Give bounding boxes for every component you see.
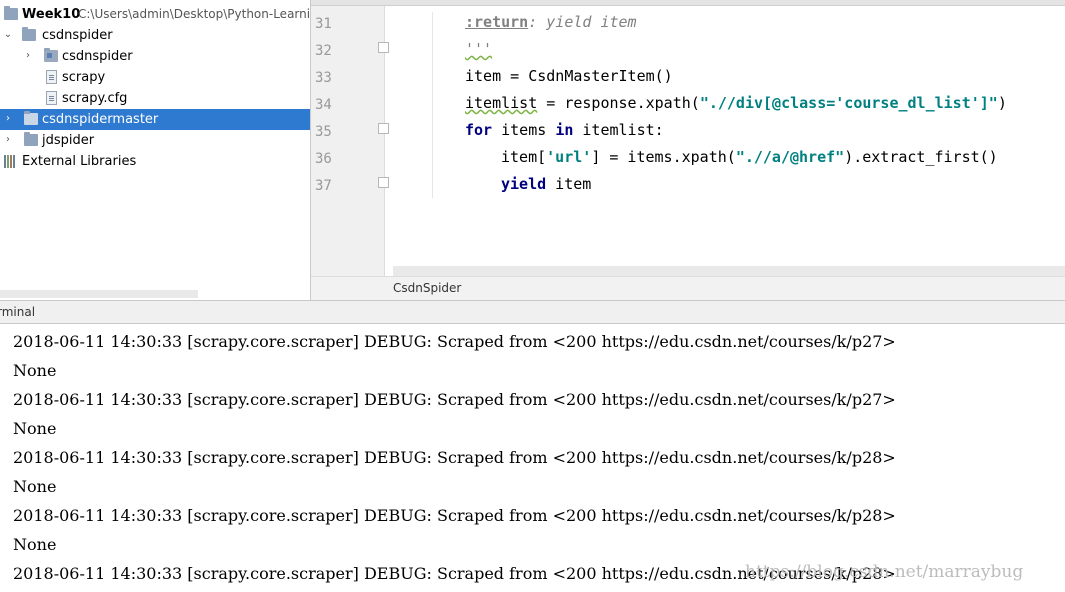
folder-icon	[24, 132, 38, 146]
chevron-right-icon[interactable]: ›	[23, 51, 33, 61]
code-keyword: in	[555, 121, 574, 139]
code-keyword: for	[465, 121, 493, 139]
tree-root-path: C:\Users\admin\Desktop\Python-Learnin	[78, 7, 310, 21]
terminal-header: rminal	[0, 300, 1065, 324]
config-file-icon	[46, 91, 57, 105]
tree-item-label: csdnspidermaster	[42, 112, 159, 127]
line-number: 37	[315, 178, 332, 194]
breadcrumb-item[interactable]: CsdnSpider	[393, 281, 461, 295]
terminal-line: 2018-06-11 14:30:33 [scrapy.core.scraper…	[13, 390, 896, 409]
file-icon	[46, 70, 57, 84]
terminal-line: 2018-06-11 14:30:33 [scrapy.core.scraper…	[13, 332, 896, 351]
code-text: )	[997, 94, 1007, 112]
terminal-title[interactable]: rminal	[0, 305, 35, 319]
docstring-close: '''	[465, 40, 493, 58]
editor-tab-strip[interactable]	[311, 0, 1065, 6]
tree-item-external-libraries[interactable]: External Libraries	[0, 151, 310, 172]
breadcrumb: CsdnSpider	[311, 276, 1065, 300]
code-string: ".//a/@href"	[735, 148, 845, 166]
tree-item-jdspider[interactable]: › jdspider	[0, 130, 310, 151]
fold-marker-icon[interactable]	[378, 123, 389, 134]
code-text: item = CsdnMasterItem()	[465, 67, 673, 85]
terminal-output[interactable]: 2018-06-11 14:30:33 [scrapy.core.scraper…	[0, 324, 1065, 592]
tree-item-label: jdspider	[42, 133, 95, 148]
terminal-line: None	[13, 361, 57, 380]
editor-horizontal-scrollbar[interactable]	[393, 266, 1065, 276]
tree-item-scrapy-cfg[interactable]: scrapy.cfg	[0, 88, 310, 109]
terminal-line: None	[13, 419, 57, 438]
code-string: ".//div[@class='course_dl_list']"	[699, 94, 998, 112]
code-text: item	[546, 175, 592, 193]
line-number: 33	[315, 70, 332, 86]
tree-item-label: scrapy	[62, 70, 106, 85]
tree-item-csdnspider-package[interactable]: › csdnspider	[0, 46, 310, 67]
code-text: items	[492, 121, 556, 139]
tree-item-label: csdnspider	[42, 28, 113, 43]
folder-icon	[22, 27, 36, 41]
code-line-34[interactable]: itemlist = response.xpath(".//div[@class…	[465, 94, 1007, 112]
code-keyword: yield	[501, 175, 547, 193]
code-text: item[	[501, 148, 547, 166]
tree-item-label: scrapy.cfg	[62, 91, 128, 106]
terminal-line: 2018-06-11 14:30:33 [scrapy.core.scraper…	[13, 506, 896, 525]
line-number: 31	[315, 16, 332, 32]
code-editor[interactable]: 31 32 33 34 35 36 37 :return: yield item…	[311, 0, 1065, 300]
docstring-return-tag: :return	[465, 13, 529, 31]
terminal-line: 2018-06-11 14:30:33 [scrapy.core.scraper…	[13, 448, 896, 467]
project-panel: Week10 C:\Users\admin\Desktop\Python-Lea…	[0, 0, 310, 300]
indent-guide	[432, 12, 433, 198]
line-number: 32	[315, 43, 332, 59]
code-text: = response.xpath(	[537, 94, 700, 112]
folder-icon	[24, 111, 38, 125]
code-line-37[interactable]: yield item	[501, 175, 591, 193]
fold-marker-icon[interactable]	[378, 42, 389, 53]
line-number-gutter: 31 32 33 34 35 36 37	[311, 6, 384, 276]
terminal-line: None	[13, 477, 57, 496]
chevron-right-icon[interactable]: ›	[3, 135, 13, 145]
line-number: 35	[315, 124, 332, 140]
code-text: itemlist:	[573, 121, 664, 139]
tree-item-scrapy[interactable]: scrapy	[0, 67, 310, 88]
code-line-35[interactable]: for items in itemlist:	[465, 121, 664, 139]
code-identifier: itemlist	[465, 94, 538, 112]
folder-icon	[4, 6, 18, 20]
docstring-text: : yield item	[528, 13, 637, 31]
code-text: ).extract_first()	[844, 148, 998, 166]
watermark: https://blog.csdn.net/marraybug	[745, 562, 1024, 582]
line-number: 34	[315, 97, 332, 113]
line-number: 36	[315, 151, 332, 167]
tree-item-label: External Libraries	[22, 154, 137, 169]
code-line-31[interactable]: :return: yield item	[465, 13, 637, 31]
tree-item-csdnspider-project[interactable]: ⌄ csdnspider	[0, 25, 310, 46]
project-horizontal-scrollbar[interactable]	[0, 290, 198, 298]
tree-root-label: Week10	[22, 7, 81, 22]
library-icon	[4, 155, 18, 168]
code-line-32[interactable]: '''	[465, 40, 492, 58]
package-folder-icon	[44, 48, 58, 62]
code-text: ] = items.xpath(	[591, 148, 736, 166]
code-line-36[interactable]: item['url'] = items.xpath(".//a/@href").…	[501, 148, 998, 166]
chevron-right-icon[interactable]: ›	[3, 114, 13, 124]
tree-item-label: csdnspider	[62, 49, 133, 64]
fold-marker-icon[interactable]	[378, 177, 389, 188]
code-line-33[interactable]: item = CsdnMasterItem()	[465, 67, 673, 85]
terminal-line: None	[13, 535, 57, 554]
tree-item-csdnspidermaster[interactable]: › csdnspidermaster	[0, 109, 310, 130]
code-string: 'url'	[546, 148, 592, 166]
chevron-down-icon[interactable]: ⌄	[3, 30, 13, 40]
tree-root-week10[interactable]: Week10 C:\Users\admin\Desktop\Python-Lea…	[0, 4, 310, 25]
